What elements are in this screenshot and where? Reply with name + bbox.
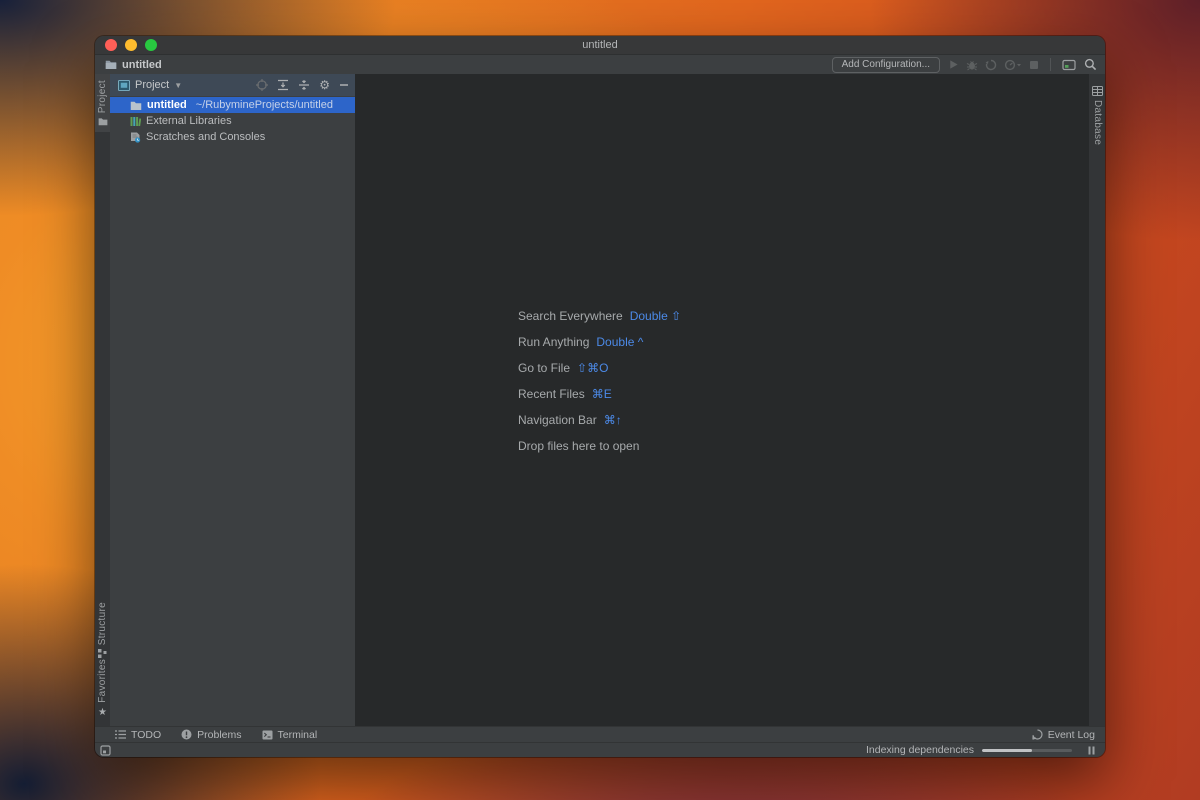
expand-all-icon[interactable] xyxy=(277,79,289,91)
project-folder-icon xyxy=(98,117,108,126)
search-everywhere-icon[interactable] xyxy=(1084,58,1097,71)
main-toolbar: untitled Add Configuration... xyxy=(95,55,1105,74)
indexing-progress-fill xyxy=(982,748,1032,752)
chevron-down-icon[interactable]: ▼ xyxy=(174,81,182,90)
problems-icon xyxy=(181,729,192,740)
toolbar-right: Add Configuration... xyxy=(831,56,1097,73)
event-log-icon xyxy=(1032,729,1043,740)
hide-tool-windows-icon[interactable] xyxy=(1062,59,1076,71)
breadcrumb[interactable]: untitled xyxy=(105,59,162,71)
structure-tab-label: Structure xyxy=(96,601,108,645)
favorites-tab-label: Favorites xyxy=(96,659,108,703)
tree-row-scratches[interactable]: Scratches and Consoles xyxy=(110,129,355,145)
shortcut-keys: ⌘E xyxy=(591,387,612,401)
todo-list-icon xyxy=(115,730,126,739)
panel-title: Project xyxy=(135,79,170,91)
shortcut-label: Run Anything xyxy=(518,335,590,349)
tool-window-toggle-icon[interactable] xyxy=(100,744,111,756)
shortcut-keys: Double ^ xyxy=(596,335,644,349)
project-tool-window: Project ▼ ⚙ untitled ~/RubymineProjects/… xyxy=(110,74,355,726)
tree-item-name: External Libraries xyxy=(146,115,232,127)
tree-item-path: ~/RubymineProjects/untitled xyxy=(195,99,333,111)
shortcut-keys: ⌘↑ xyxy=(603,413,622,427)
shortcut-row: Drop files here to open xyxy=(518,433,681,459)
project-panel-header[interactable]: Project ▼ ⚙ xyxy=(110,74,355,96)
tree-row-external-libraries[interactable]: External Libraries xyxy=(110,113,355,129)
profiler-icon[interactable] xyxy=(1004,59,1022,71)
locate-file-icon[interactable] xyxy=(256,79,269,91)
folder-icon xyxy=(130,100,142,111)
panel-header-icons: ⚙ xyxy=(256,79,349,91)
project-view-icon xyxy=(118,79,130,91)
run-controls xyxy=(948,59,1039,71)
shortcut-row: Recent Files ⌘E xyxy=(518,381,681,407)
indexing-label: Indexing dependencies xyxy=(865,744,974,756)
stop-icon[interactable] xyxy=(1029,60,1039,70)
tool-tab-terminal[interactable]: Terminal xyxy=(262,728,318,741)
terminal-label: Terminal xyxy=(277,728,318,741)
tool-tab-todo[interactable]: TODO xyxy=(115,729,161,741)
shortcut-label: Recent Files xyxy=(518,387,585,401)
library-icon xyxy=(130,116,141,127)
tree-item-name: Scratches and Consoles xyxy=(146,131,266,143)
bottom-tool-bar: TODO Problems Terminal Event Log xyxy=(95,726,1105,742)
editor-empty-shortcuts: Search Everywhere Double ⇧ Run Anything … xyxy=(518,303,681,459)
editor-area[interactable]: Search Everywhere Double ⇧ Run Anything … xyxy=(355,74,1089,726)
coverage-icon[interactable] xyxy=(985,59,997,71)
shortcut-label: Navigation Bar xyxy=(518,413,597,427)
shortcut-label: Search Everywhere xyxy=(518,309,623,323)
main-area: Project Structure Favorites ★ Project ▼ … xyxy=(95,74,1105,726)
shortcut-label: Drop files here to open xyxy=(518,439,640,453)
tree-row-project-root[interactable]: untitled ~/RubymineProjects/untitled xyxy=(110,97,355,113)
tool-tab-event-log[interactable]: Event Log xyxy=(1032,729,1095,741)
shortcut-keys: Double ⇧ xyxy=(629,309,682,323)
right-tool-stripe: Database xyxy=(1089,74,1105,726)
event-log-label: Event Log xyxy=(1047,728,1095,741)
shortcut-label: Go to File xyxy=(518,361,571,375)
tool-tab-favorites[interactable]: Favorites ★ xyxy=(95,653,110,724)
shortcut-row: Search Everywhere Double ⇧ xyxy=(518,303,681,329)
run-icon[interactable] xyxy=(948,59,959,70)
breadcrumb-label: untitled xyxy=(122,58,162,71)
debug-icon[interactable] xyxy=(966,59,978,71)
window-title: untitled xyxy=(582,39,618,51)
problems-label: Problems xyxy=(197,728,242,741)
tool-tab-project[interactable]: Project xyxy=(95,74,110,133)
terminal-icon xyxy=(262,730,273,740)
indexing-progress-bar xyxy=(982,748,1072,752)
folder-icon xyxy=(105,59,117,70)
tool-tab-problems[interactable]: Problems xyxy=(181,728,242,741)
left-tool-stripe: Project Structure Favorites ★ xyxy=(95,74,110,726)
tool-tab-database[interactable]: Database xyxy=(1089,80,1105,151)
shortcut-row: Go to File ⇧⌘O xyxy=(518,355,681,381)
star-icon: ★ xyxy=(98,707,107,718)
database-icon xyxy=(1091,86,1103,96)
pause-indexing-icon[interactable] xyxy=(1088,746,1095,755)
project-tree: untitled ~/RubymineProjects/untitled Ext… xyxy=(110,96,355,145)
gear-icon[interactable]: ⚙ xyxy=(319,79,330,91)
todo-label: TODO xyxy=(131,728,162,741)
toolbar-separator xyxy=(1050,58,1051,71)
shortcut-row: Run Anything Double ^ xyxy=(518,329,681,355)
status-bar: Indexing dependencies xyxy=(95,742,1105,757)
scratches-icon xyxy=(130,132,141,143)
hide-panel-icon[interactable] xyxy=(339,80,349,90)
shortcut-keys: ⇧⌘O xyxy=(577,361,609,375)
collapse-all-icon[interactable] xyxy=(298,79,310,91)
shortcut-row: Navigation Bar ⌘↑ xyxy=(518,407,681,433)
rubymine-window: untitled untitled Add Configuration... P… xyxy=(95,36,1105,757)
indexing-status: Indexing dependencies xyxy=(866,744,1095,756)
add-configuration-button[interactable]: Add Configuration... xyxy=(831,56,940,73)
project-tab-label: Project xyxy=(96,80,108,114)
tree-item-name: untitled xyxy=(147,99,187,111)
title-bar[interactable]: untitled xyxy=(95,36,1105,55)
database-tab-label: Database xyxy=(1092,100,1103,146)
